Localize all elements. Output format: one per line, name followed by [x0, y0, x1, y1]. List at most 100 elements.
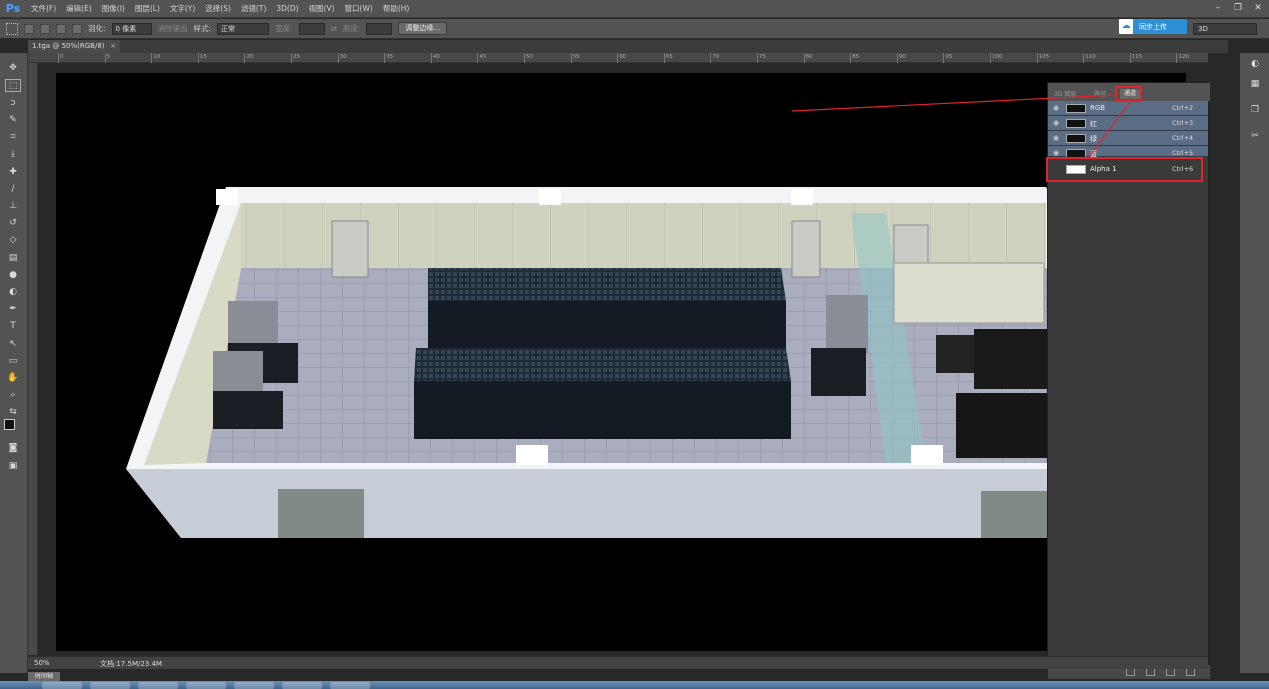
- hand-tool-icon[interactable]: ✋: [5, 371, 21, 384]
- save-selection-icon[interactable]: [1146, 668, 1155, 676]
- cloud-upload-button[interactable]: ☁ 同步上传: [1119, 19, 1187, 34]
- channel-name: 红: [1090, 120, 1097, 128]
- dodge-tool-icon[interactable]: ◐: [5, 285, 21, 298]
- shape-tool-icon[interactable]: ▭: [5, 354, 21, 367]
- taskbar-item[interactable]: [330, 682, 370, 689]
- foreground-color-swatch[interactable]: [4, 419, 15, 430]
- photoshop-logo: Ps: [5, 2, 21, 15]
- tab-close-icon[interactable]: ×: [110, 40, 116, 53]
- move-tool-icon[interactable]: ✥: [5, 61, 21, 74]
- tools-options-icon[interactable]: ✂: [1248, 131, 1262, 145]
- style-select[interactable]: 正常: [217, 22, 270, 35]
- annotation-box-channels-tab: [1115, 86, 1142, 102]
- swap-colors-icon[interactable]: ⇆: [5, 405, 21, 418]
- menu-3d[interactable]: 3D(D): [271, 0, 303, 18]
- lasso-tool-icon[interactable]: ↄ: [5, 96, 21, 109]
- taskbar-item[interactable]: [90, 682, 130, 689]
- taskbar-item[interactable]: [282, 682, 322, 689]
- channel-row-green[interactable]: ◉ 绿 Ctrl+4: [1048, 131, 1208, 146]
- eraser-tool-icon[interactable]: ◇: [5, 233, 21, 246]
- height-input[interactable]: [366, 22, 393, 35]
- refine-edge-button[interactable]: 调整边缘...: [398, 22, 448, 35]
- visibility-eye-icon[interactable]: ◉: [1053, 119, 1063, 128]
- ruler-tick: [337, 53, 339, 63]
- antialias-checkbox[interactable]: 消除锯齿: [158, 23, 188, 34]
- layers-panel-icon[interactable]: ❐: [1248, 105, 1262, 119]
- menu-file[interactable]: 文件(F): [26, 0, 61, 18]
- taskbar-item[interactable]: [234, 682, 274, 689]
- quick-select-tool-icon[interactable]: ✎: [5, 113, 21, 126]
- subtract-selection-icon[interactable]: [56, 23, 66, 34]
- menu-image[interactable]: 图像(I): [97, 0, 130, 18]
- menu-select[interactable]: 选择(S): [200, 0, 236, 18]
- ruler-tick-label: 75: [759, 54, 766, 60]
- channel-thumbnail: [1066, 104, 1086, 113]
- ruler-tick: [430, 53, 432, 63]
- history-brush-tool-icon[interactable]: ↺: [5, 216, 21, 229]
- ruler-tick-label: 105: [1038, 54, 1050, 60]
- zoom-level[interactable]: 50%: [34, 659, 50, 667]
- gradient-tool-icon[interactable]: ▤: [5, 251, 21, 264]
- menu-filter[interactable]: 滤镜(T): [236, 0, 271, 18]
- ruler-tick-label: 90: [898, 54, 906, 60]
- cloud-icon: ☁: [1119, 19, 1133, 34]
- visibility-eye-icon[interactable]: ◉: [1053, 104, 1063, 113]
- ruler-tick-label: 25: [293, 54, 300, 60]
- intersect-selection-icon[interactable]: [72, 23, 82, 34]
- menu-window[interactable]: 窗口(W): [340, 0, 378, 18]
- channel-shortcut: Ctrl+4: [1172, 134, 1194, 142]
- width-input[interactable]: [298, 22, 325, 35]
- document-tab[interactable]: 1.tga @ 50%(RGB/8) ×: [28, 40, 120, 53]
- height-label: 高度:: [342, 24, 361, 33]
- taskbar-item[interactable]: [138, 682, 178, 689]
- new-selection-icon[interactable]: [24, 23, 34, 34]
- tab-paths[interactable]: 路径: [1094, 89, 1106, 98]
- workspace-select[interactable]: 3D: [1193, 23, 1257, 35]
- menu-view[interactable]: 视图(V): [304, 0, 340, 18]
- add-selection-icon[interactable]: [40, 23, 50, 34]
- taskbar-item[interactable]: [186, 682, 226, 689]
- minimize-icon[interactable]: –: [1211, 2, 1225, 14]
- eyedropper-tool-icon[interactable]: ⤓: [5, 147, 21, 160]
- ruler-tick: [710, 53, 712, 63]
- taskbar-item[interactable]: [42, 682, 82, 689]
- tab-3d-layers[interactable]: 3D 图层: [1054, 89, 1076, 98]
- restore-icon[interactable]: ❐: [1231, 2, 1245, 14]
- menu-edit[interactable]: 编辑(E): [61, 0, 97, 18]
- ruler-tick-label: 70: [712, 54, 720, 60]
- path-select-tool-icon[interactable]: ↖: [5, 337, 21, 350]
- marquee-preset-icon[interactable]: [6, 22, 18, 35]
- load-selection-icon[interactable]: [1126, 668, 1135, 676]
- menu-layer[interactable]: 图层(L): [130, 0, 165, 18]
- clone-stamp-tool-icon[interactable]: ⊥: [5, 199, 21, 212]
- quick-mask-icon[interactable]: ◙: [5, 441, 21, 454]
- ruler-tick-label: 45: [479, 54, 487, 60]
- menu-help[interactable]: 帮助(H): [378, 0, 415, 18]
- visibility-eye-icon[interactable]: ◉: [1053, 134, 1063, 143]
- crop-tool-icon[interactable]: ⌗: [5, 130, 21, 143]
- trash-icon[interactable]: [1186, 668, 1195, 676]
- new-channel-icon[interactable]: [1166, 668, 1175, 676]
- feather-input[interactable]: 0 像素: [111, 22, 152, 35]
- blur-tool-icon[interactable]: ●: [5, 268, 21, 281]
- screen-mode-icon[interactable]: ▣: [5, 459, 21, 472]
- feather-label: 羽化:: [88, 24, 106, 33]
- close-icon[interactable]: ✕: [1251, 2, 1265, 14]
- type-tool-icon[interactable]: T: [5, 319, 21, 332]
- swap-icon[interactable]: ⇄: [331, 24, 337, 33]
- menu-type[interactable]: 文字(Y): [165, 0, 200, 18]
- brush-tool-icon[interactable]: ∕: [5, 182, 21, 195]
- timeline-tab[interactable]: 时间轴: [28, 672, 60, 681]
- channel-name: 绿: [1090, 135, 1097, 143]
- channel-row-red[interactable]: ◉ 红 Ctrl+3: [1048, 116, 1208, 131]
- zoom-tool-icon[interactable]: ⌕: [5, 388, 21, 401]
- document-canvas[interactable]: [56, 73, 1186, 651]
- color-panel-icon[interactable]: ◐: [1248, 59, 1262, 73]
- channel-row-rgb[interactable]: ◉ RGB Ctrl+2: [1048, 101, 1208, 116]
- histogram-icon[interactable]: ▦: [1248, 79, 1262, 93]
- channel-row-blue[interactable]: ◉ 蓝 Ctrl+5: [1048, 146, 1208, 158]
- rectangular-marquee-tool-icon[interactable]: ⬚: [5, 79, 21, 92]
- pen-tool-icon[interactable]: ✒: [5, 302, 21, 315]
- ruler-tick: [1083, 53, 1085, 63]
- healing-brush-tool-icon[interactable]: ✚: [5, 165, 21, 178]
